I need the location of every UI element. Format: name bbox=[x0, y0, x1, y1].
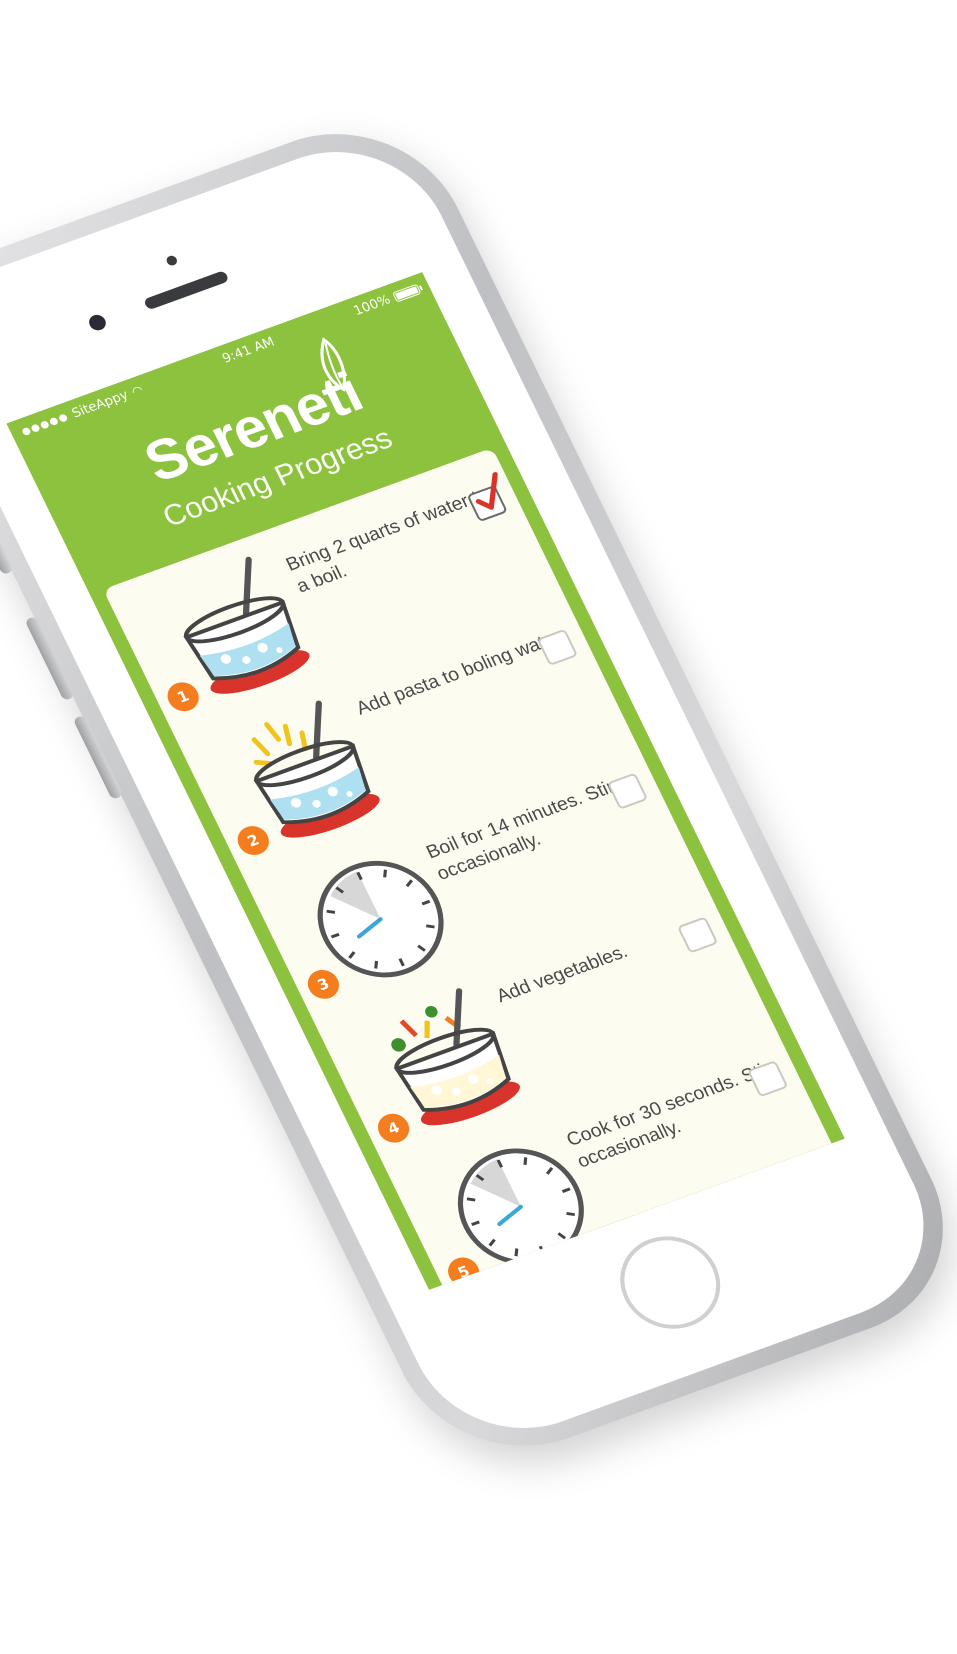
earpiece-speaker bbox=[143, 270, 230, 311]
proximity-sensor bbox=[164, 254, 179, 267]
front-camera-icon bbox=[86, 312, 109, 333]
home-button[interactable] bbox=[603, 1222, 737, 1343]
phone: ●●●●● SiteAppy ◠ 9:41 AM 100% Sereneti C… bbox=[0, 100, 957, 1480]
steps-list: 1 Bring 2 quarts of water to a boil. 2 Add … bbox=[102, 447, 832, 1290]
stage: ●●●●● SiteAppy ◠ 9:41 AM 100% Sereneti C… bbox=[0, 0, 957, 1654]
battery-percent: 100% bbox=[351, 292, 393, 319]
phone-face: ●●●●● SiteAppy ◠ 9:41 AM 100% Sereneti C… bbox=[0, 122, 957, 1458]
signal-strength-icon: ●●●●● bbox=[19, 410, 71, 438]
wifi-icon: ◠ bbox=[129, 382, 146, 399]
battery-icon bbox=[391, 283, 422, 303]
